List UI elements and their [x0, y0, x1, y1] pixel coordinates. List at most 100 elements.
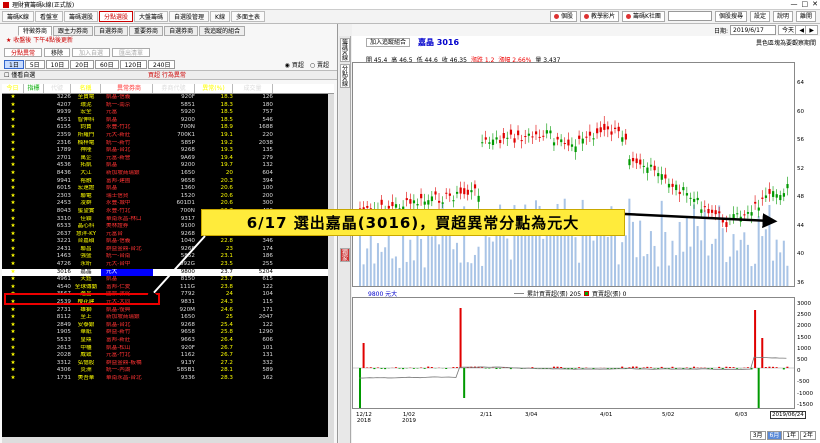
- table-row[interactable]: ★ ⁀ 2303 聯電 瑞士信貸 1520 20.6 200: [2, 193, 334, 201]
- menu-item-1[interactable]: 看盤室: [34, 11, 63, 22]
- table-row[interactable]: ★ ⁀ 1789 神隆 凱基-台北 9268 19.3 135: [2, 147, 334, 155]
- table-row[interactable]: ★ ⁀ 3226 至寶電 凱基-信義 920F 18.3 126: [2, 94, 334, 102]
- add-watchlist-button[interactable]: 加入自選: [72, 47, 111, 57]
- stock-search-input[interactable]: [667, 11, 712, 21]
- table-row[interactable]: ★ ⁀ 5533 皇鼎 富邦-新莊 9663 26.4 606: [2, 337, 334, 345]
- vertical-scrollbar[interactable]: [328, 94, 334, 437]
- stock-code: 6155: [56, 124, 71, 131]
- table-row[interactable]: ★ ⁀ 2316 楠梓電 統一-新竹 585P 19.2 2038: [2, 140, 334, 148]
- community-button[interactable]: 籌碼K社團: [622, 11, 665, 22]
- help-button[interactable]: 說明: [772, 11, 793, 22]
- table-row[interactable]: ★ ⁀ 2453 凌群 永豐-城中 601D1 20.6 300: [2, 200, 334, 208]
- add-tracking-button[interactable]: 加入追蹤組合: [366, 38, 411, 47]
- table-row[interactable]: ★ ⁀ 4536 拓凱 凱基 9200 19.7 132: [2, 162, 334, 170]
- maximize-icon[interactable]: □: [802, 0, 809, 8]
- video-button[interactable]: 教學影片: [579, 11, 619, 22]
- column-header[interactable]: 名稱: [71, 84, 101, 93]
- table-row[interactable]: ★ ⁀ 6015 宏遠證 凱基 1360 20.6 100: [2, 185, 334, 193]
- horizontal-scrollbar[interactable]: [2, 437, 334, 443]
- period-5[interactable]: 120日: [119, 59, 148, 69]
- export-button[interactable]: 匯出清單: [112, 47, 151, 57]
- date-input[interactable]: [730, 25, 776, 35]
- menu-item-4[interactable]: 大盤籌碼: [133, 11, 168, 22]
- menu-item-2[interactable]: 籌碼選股: [63, 11, 98, 22]
- table-row[interactable]: ★ ⁀ 2613 中櫃 凱基-松山 920F 26.7 101: [2, 345, 334, 353]
- broker-chart[interactable]: [352, 297, 795, 409]
- period-1[interactable]: 5日: [24, 59, 45, 69]
- column-header[interactable]: 異常(%): [195, 84, 233, 93]
- table-row[interactable]: ★ ⁀ 1463 強盛 統一-台南 5852 23.1 186: [2, 253, 334, 261]
- table-row[interactable]: ★ ⁀ 4961 天鈺 凱基 8150 23.7 615: [2, 276, 334, 284]
- column-header[interactable]: 券商代號: [153, 84, 195, 93]
- column-header[interactable]: 成交量: [233, 84, 273, 93]
- table-row[interactable]: ★ ⁀ 1905 華紙 群益-新竹 9658 25.8 1290: [2, 329, 334, 337]
- watchlist-only-checkbox[interactable]: ☐ 僅看自選: [4, 71, 35, 80]
- subtab-0[interactable]: 特徵券商: [18, 26, 53, 36]
- table-row[interactable]: ★ ⁀ 4726 永昕 元大-台中 992G 23.5 255: [2, 261, 334, 269]
- table-row[interactable]: ★ ⁀ 2701 萬企 元富-新營 9A69 19.4 279: [2, 155, 334, 163]
- period-2[interactable]: 10日: [45, 59, 70, 69]
- detect-button[interactable]: 分點異常: [4, 47, 43, 57]
- table-row[interactable]: ★ ⁀ 2028 威致 元富-竹北 1162 26.7 131: [2, 352, 334, 360]
- menu-item-7[interactable]: 多面主表: [230, 11, 265, 22]
- table-row[interactable]: ★ ⁀ 3312 弘憶股 群益金鼎-板橋 913Y 27.2 332: [2, 360, 334, 368]
- stock-search-button[interactable]: 個股搜尋: [714, 11, 747, 22]
- next-arrow-icon[interactable]: ▶: [805, 25, 818, 35]
- zoom-2[interactable]: 1年: [783, 431, 800, 440]
- zoom-3[interactable]: 2年: [800, 431, 816, 440]
- zoom-0[interactable]: 3月: [749, 431, 766, 440]
- menu-item-5[interactable]: 自選股管理: [169, 11, 210, 22]
- table-row[interactable]: ★ ⁀ 2849 安泰銀 凱基-台北 9268 25.4 122: [2, 322, 334, 330]
- volume-bar: [466, 262, 469, 286]
- subtab-2[interactable]: 自選券商: [94, 26, 129, 36]
- table-row[interactable]: ★ ⁀ 9939 宏全 元富 5920 18.5 757: [2, 109, 334, 117]
- table-row[interactable]: ★ ⁀ 2359 所羅門 元大-新莊 700K1 19.1 220: [2, 132, 334, 140]
- menu-item-0[interactable]: 籌碼K線: [2, 11, 34, 22]
- table-row[interactable]: ★ ⁀ 2431 聯昌 群益金鼎-台北 9268 23 174: [2, 246, 334, 254]
- broker-tick: 2000: [797, 323, 811, 330]
- table-row[interactable]: ★ ⁀ 4540 全球傳動 富邦-仁愛 111G 23.8 122: [2, 284, 334, 292]
- period-0[interactable]: 1日: [4, 59, 24, 69]
- table-row[interactable]: ★ ⁀ 4207 環泥 統一-南京 5851 18.3 180: [2, 102, 334, 110]
- subtab-5[interactable]: 我追蹤的組合: [199, 26, 246, 36]
- column-header[interactable]: 代號: [44, 84, 71, 93]
- volume-bar: [714, 238, 717, 286]
- sell-radio[interactable]: ○ 賣超: [310, 60, 329, 69]
- date-tick: 12/12 2018: [356, 412, 372, 424]
- menu-item-3[interactable]: 分點選股: [98, 11, 133, 22]
- subtab-3[interactable]: 重要券商: [129, 26, 164, 36]
- table-row[interactable]: ★ ⁀ 4551 智伸科 凱基 9200 18.5 546: [2, 117, 334, 125]
- subtab-1[interactable]: 跟主力券商: [53, 26, 94, 36]
- side-tab-2[interactable]: 獨家: [339, 247, 350, 262]
- exit-button[interactable]: 離開: [795, 11, 816, 22]
- buy-radio[interactable]: ◉ 買超: [285, 60, 304, 69]
- table-row[interactable]: ★ ⁀ 9941 裕融 富邦-建國 9658 20.3 394: [2, 178, 334, 186]
- remove-button[interactable]: 移除: [44, 47, 71, 57]
- subtab-4[interactable]: 自選券商: [164, 26, 199, 36]
- column-header[interactable]: 今日: [2, 84, 24, 93]
- table-row[interactable]: ★ ⁀ 2731 雄獅 凱基-復興 920M 24.6 171: [2, 307, 334, 315]
- anomaly-pct: 18.5: [220, 109, 233, 116]
- close-icon[interactable]: ✕: [812, 0, 818, 8]
- table-row[interactable]: ★ ⁀ 8436 大江 新加坡商瑞銀 1650 20 604: [2, 170, 334, 178]
- period-4[interactable]: 60日: [94, 59, 119, 69]
- table-row[interactable]: ★ ⁀ 3016 嘉晶 元大 9800 23.7 5204: [2, 268, 334, 277]
- table-row[interactable]: ★ ⁀ 6155 鈞寶 永豐-竹北 700N 18.9 1688: [2, 124, 334, 132]
- period-3[interactable]: 20日: [70, 59, 94, 69]
- minimize-icon[interactable]: —: [791, 0, 798, 8]
- settings-button[interactable]: 設定: [749, 11, 770, 22]
- anomaly-pct: 18.3: [220, 94, 233, 100]
- stock-tab-button[interactable]: 個股: [549, 11, 577, 22]
- column-header[interactable]: 指標: [24, 84, 44, 93]
- side-tab-1[interactable]: 分點K線: [339, 63, 350, 88]
- kline-chart[interactable]: [352, 62, 795, 287]
- table-row[interactable]: ★ ⁀ 1731 美吾華 華南永昌-台北 9336 28.3 162: [2, 375, 334, 383]
- column-header[interactable]: 異常券商: [101, 84, 153, 93]
- side-tab-0[interactable]: 籌碼K線: [339, 38, 350, 62]
- period-6[interactable]: 240日: [148, 59, 176, 69]
- table-row[interactable]: ★ ⁀ 8112 至上 新加坡商瑞銀 1650 25 2047: [2, 314, 334, 322]
- table-row[interactable]: ★ ⁀ 3221 台嘉碩 凱基-信義 1040 22.8 346: [2, 238, 334, 246]
- zoom-1[interactable]: 6月: [766, 431, 783, 440]
- table-row[interactable]: ★ ⁀ 4306 炎洲 統一-內湖 585B1 28.1 589: [2, 367, 334, 375]
- menu-item-6[interactable]: K線: [210, 11, 230, 22]
